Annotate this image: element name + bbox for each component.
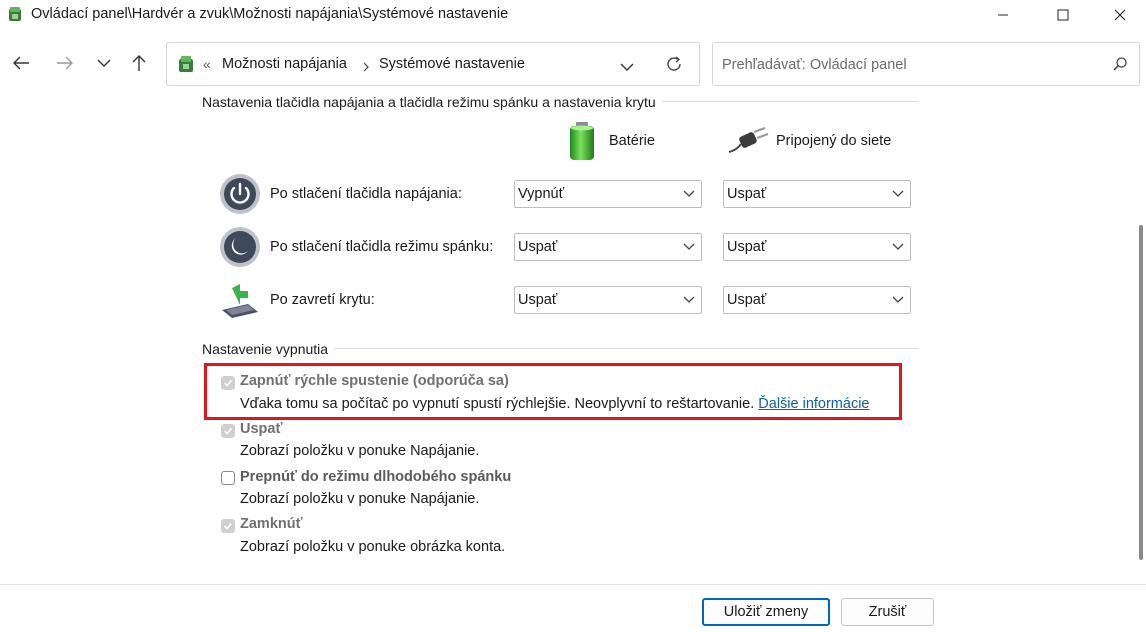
chevron-down-icon <box>892 243 904 250</box>
lid-close-label: Po zavretí krytu: <box>270 292 375 308</box>
cancel-button[interactable]: Zrušiť <box>841 598 934 626</box>
checkmark-icon <box>223 522 233 530</box>
refresh-button[interactable] <box>665 55 683 77</box>
maximize-button[interactable] <box>1040 0 1086 30</box>
battery-icon <box>566 121 598 161</box>
window-title: Ovládací panel\Hardvér a zvuk\Možnosti n… <box>31 6 509 22</box>
sleep-button-plugged-select[interactable]: Uspať <box>723 233 911 261</box>
control-panel-icon <box>6 5 24 23</box>
laptop-lid-icon <box>218 282 262 320</box>
breadcrumb-overflow[interactable]: « <box>203 56 211 72</box>
chevron-down-icon <box>683 296 695 303</box>
plug-icon <box>727 126 769 154</box>
search-icon[interactable] <box>1112 56 1128 76</box>
select-value: Uspať <box>727 292 767 308</box>
scrollbar-thumb[interactable] <box>1139 225 1143 560</box>
power-button-battery-select[interactable]: Vypnúť <box>514 180 702 208</box>
arrow-up-icon <box>132 55 146 71</box>
select-value: Uspať <box>727 239 767 255</box>
shutdown-group-title: Nastavenie vypnutia <box>202 341 335 357</box>
close-icon <box>1114 9 1126 21</box>
hibernate-option-title: Prepnúť do režimu dlhodobého spánku <box>240 469 512 485</box>
select-value: Uspať <box>518 239 558 255</box>
highlight-box <box>204 363 902 420</box>
lock-option-description: Zobrazí položku v ponuke obrázka konta. <box>240 539 506 555</box>
control-panel-icon <box>176 54 196 74</box>
sleep-option-title: Uspať <box>240 421 283 437</box>
lock-checkbox[interactable] <box>221 519 235 533</box>
chevron-down-icon <box>683 190 695 197</box>
power-button-label: Po stlačení tlačidla napájania: <box>270 186 462 202</box>
chevron-right-icon[interactable] <box>362 60 370 76</box>
power-buttons-group-title: Nastavenia tlačidla napájania a tlačidla… <box>202 94 662 110</box>
search-input[interactable]: Prehľadávať: Ovládací panel <box>722 57 907 73</box>
address-dropdown-button[interactable] <box>620 60 634 76</box>
select-value: Vypnúť <box>518 186 565 202</box>
minimize-button[interactable] <box>980 0 1026 30</box>
chevron-down-icon <box>683 243 695 250</box>
arrow-left-icon <box>13 56 29 70</box>
lid-close-plugged-select[interactable]: Uspať <box>723 286 911 314</box>
sleep-button-label: Po stlačení tlačidla režimu spánku: <box>270 239 494 255</box>
power-button-plugged-select[interactable]: Uspať <box>723 180 911 208</box>
footer-divider <box>0 584 1146 585</box>
sleep-option-description: Zobrazí položku v ponuke Napájanie. <box>240 443 480 459</box>
maximize-icon <box>1057 9 1069 21</box>
battery-column-header: Batérie <box>609 133 655 149</box>
recent-locations-button[interactable] <box>89 48 119 78</box>
lock-option-title: Zamknúť <box>240 516 303 532</box>
up-button[interactable] <box>124 48 154 78</box>
select-value: Uspať <box>727 186 767 202</box>
plugged-in-column-header: Pripojený do siete <box>776 133 892 149</box>
chevron-down-icon <box>892 190 904 197</box>
back-button[interactable] <box>6 48 36 78</box>
hibernate-checkbox[interactable] <box>221 471 235 485</box>
checkmark-icon <box>223 427 233 435</box>
breadcrumb-item-system-settings[interactable]: Systémové nastavenie <box>379 56 525 72</box>
hibernate-option-description: Zobrazí položku v ponuke Napájanie. <box>240 491 480 507</box>
chevron-down-icon <box>620 63 634 71</box>
refresh-icon <box>667 56 681 71</box>
minimize-icon <box>998 14 1008 16</box>
sleep-button-battery-select[interactable]: Uspať <box>514 233 702 261</box>
close-button[interactable] <box>1097 0 1143 30</box>
chevron-down-icon <box>892 296 904 303</box>
select-value: Uspať <box>518 292 558 308</box>
sleep-button-icon <box>219 226 261 268</box>
forward-button[interactable] <box>50 48 80 78</box>
breadcrumb-item-power-options[interactable]: Možnosti napájania <box>222 56 347 72</box>
lid-close-battery-select[interactable]: Uspať <box>514 286 702 314</box>
arrow-right-icon <box>57 56 73 70</box>
save-changes-button[interactable]: Uložiť zmeny <box>702 598 830 626</box>
sleep-checkbox[interactable] <box>221 424 235 438</box>
chevron-down-icon <box>97 59 111 67</box>
power-button-icon <box>219 173 261 215</box>
